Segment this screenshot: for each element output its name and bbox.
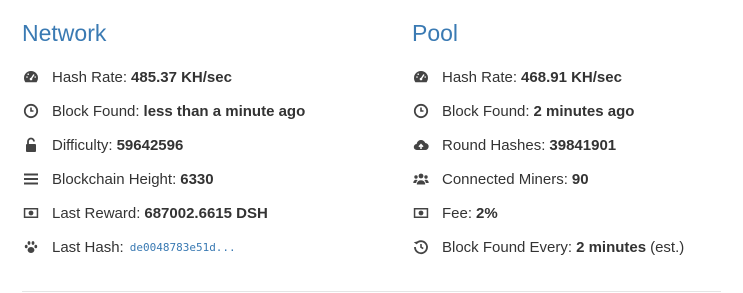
pool-block-every-row: Block Found Every: 2 minutes (est.) bbox=[412, 230, 743, 264]
clock-icon bbox=[22, 102, 40, 120]
pool-hash-rate-label: Hash Rate: bbox=[442, 68, 518, 86]
pool-title: Pool bbox=[412, 20, 459, 46]
pool-fee-value: 2% bbox=[476, 204, 498, 222]
pool-block-every-label: Block Found Every: bbox=[442, 238, 573, 256]
network-difficulty-value: 59642596 bbox=[116, 136, 184, 154]
network-hash-rate-value: 485.37 KH/sec bbox=[131, 68, 232, 86]
cloud-upload-icon bbox=[412, 136, 430, 154]
network-height-value: 6330 bbox=[180, 170, 214, 188]
network-block-found-value: less than a minute ago bbox=[143, 102, 306, 120]
pool-block-found-value: 2 minutes ago bbox=[533, 102, 635, 120]
network-height-label: Blockchain Height: bbox=[52, 170, 177, 188]
bars-icon bbox=[22, 170, 40, 188]
section-divider bbox=[22, 291, 721, 292]
pool-fee-row: Fee: 2% bbox=[412, 196, 743, 230]
dashboard-icon bbox=[412, 68, 430, 86]
pool-miners-label: Connected Miners: bbox=[442, 170, 568, 188]
network-hash-rate-label: Hash Rate: bbox=[52, 68, 128, 86]
network-title: Network bbox=[22, 20, 107, 46]
pool-block-found-label: Block Found: bbox=[442, 102, 530, 120]
dashboard-icon bbox=[22, 68, 40, 86]
pool-miners-row: Connected Miners: 90 bbox=[412, 162, 743, 196]
pool-block-every-suffix: (est.) bbox=[650, 238, 685, 256]
network-reward-label: Last Reward: bbox=[52, 204, 141, 222]
network-difficulty-row: Difficulty: 59642596 bbox=[22, 128, 362, 162]
pool-hash-rate-row: Hash Rate: 468.91 KH/sec bbox=[412, 60, 743, 94]
network-last-hash-row: Last Hash: de0048783e51d... bbox=[22, 230, 362, 264]
pool-miners-value: 90 bbox=[571, 170, 589, 188]
network-last-hash-label: Last Hash: bbox=[52, 238, 124, 256]
network-difficulty-label: Difficulty: bbox=[52, 136, 113, 154]
pool-section: Pool Hash Rate: 468.91 KH/sec Block Foun… bbox=[412, 18, 743, 264]
network-last-hash-link[interactable]: de0048783e51d... bbox=[130, 241, 236, 254]
network-reward-value: 687002.6615 DSH bbox=[144, 204, 268, 222]
network-height-row: Blockchain Height: 6330 bbox=[22, 162, 362, 196]
money-icon bbox=[22, 204, 40, 222]
clock-icon bbox=[412, 102, 430, 120]
pool-block-every-value: 2 minutes bbox=[576, 238, 647, 256]
history-icon bbox=[412, 238, 430, 256]
pool-round-hashes-row: Round Hashes: 39841901 bbox=[412, 128, 743, 162]
network-block-found-label: Block Found: bbox=[52, 102, 140, 120]
network-section: Network Hash Rate: 485.37 KH/sec Block F… bbox=[22, 18, 362, 264]
network-reward-row: Last Reward: 687002.6615 DSH bbox=[22, 196, 362, 230]
network-hash-rate-row: Hash Rate: 485.37 KH/sec bbox=[22, 60, 362, 94]
money-icon bbox=[412, 204, 430, 222]
paw-icon bbox=[22, 238, 40, 256]
network-block-found-row: Block Found: less than a minute ago bbox=[22, 94, 362, 128]
pool-fee-label: Fee: bbox=[442, 204, 473, 222]
unlock-icon bbox=[22, 136, 40, 154]
pool-hash-rate-value: 468.91 KH/sec bbox=[521, 68, 622, 86]
pool-round-hashes-label: Round Hashes: bbox=[442, 136, 546, 154]
pool-round-hashes-value: 39841901 bbox=[549, 136, 617, 154]
pool-block-found-row: Block Found: 2 minutes ago bbox=[412, 94, 743, 128]
users-icon bbox=[412, 170, 430, 188]
